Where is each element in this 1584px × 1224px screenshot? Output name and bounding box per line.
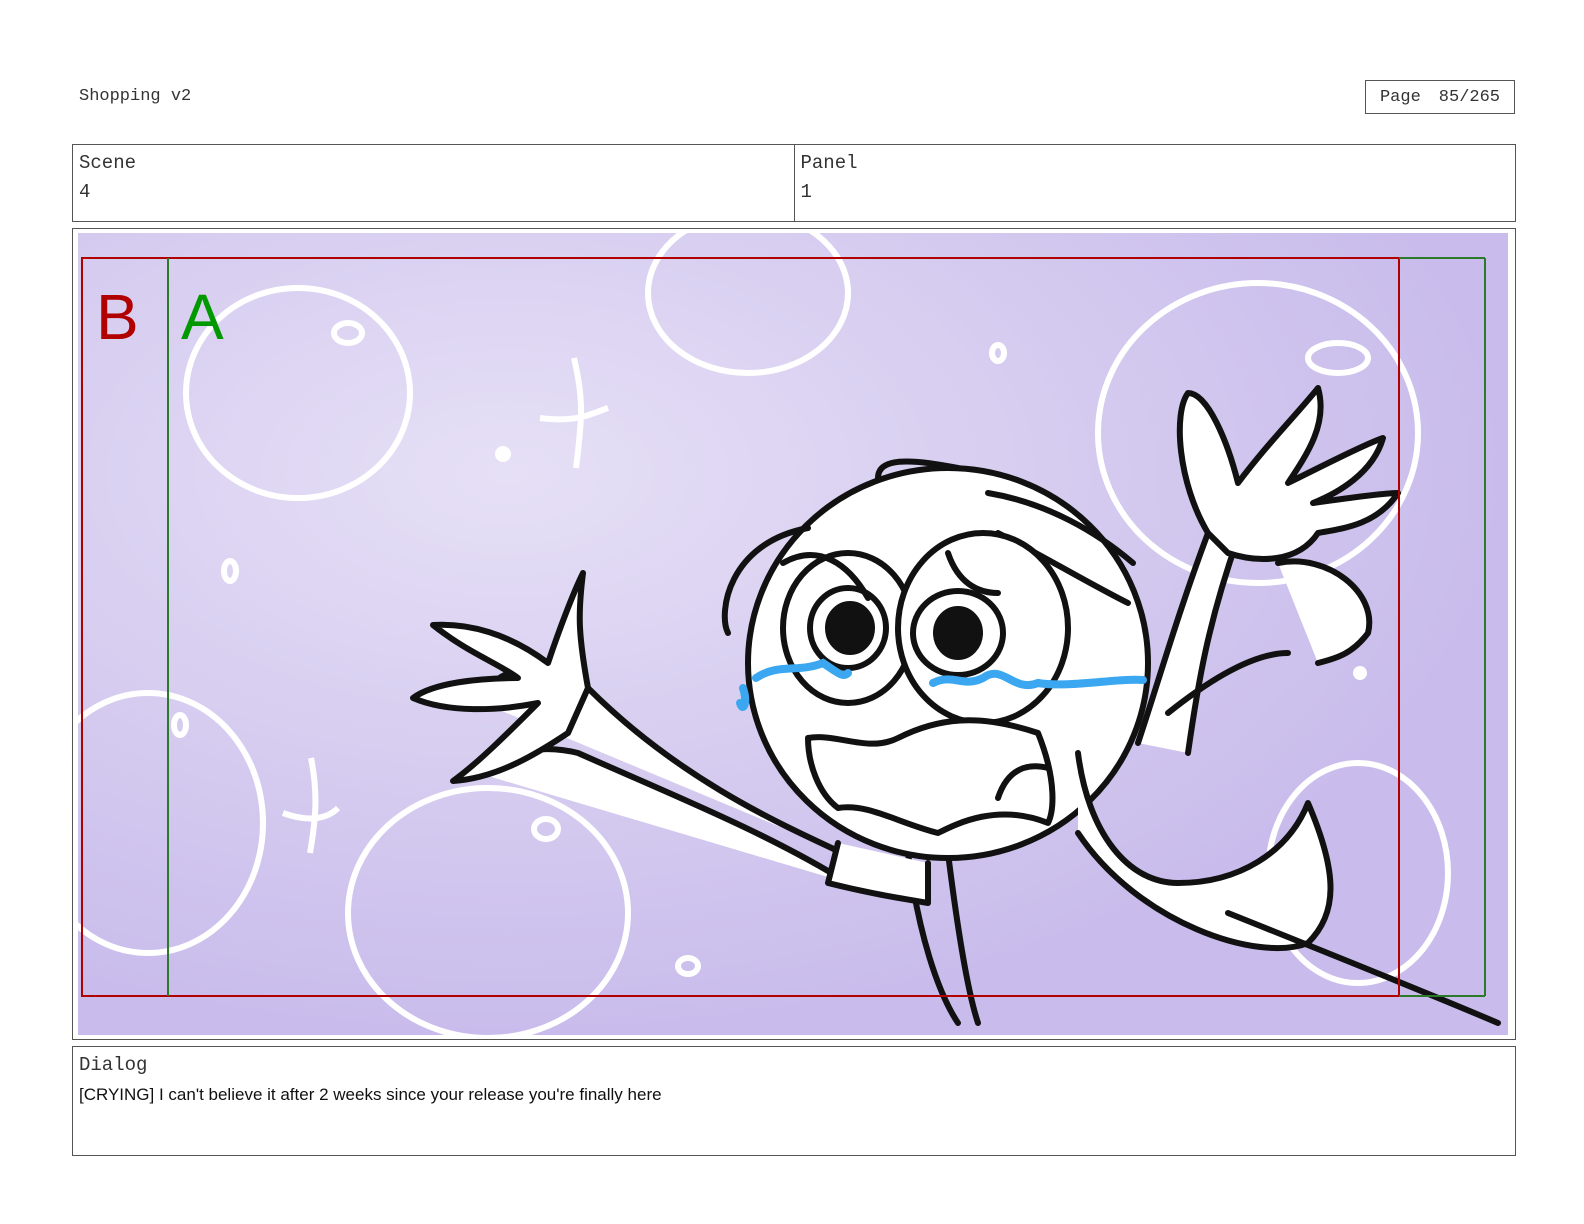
frame-a-label: A <box>181 281 224 353</box>
dialog-label: Dialog <box>79 1054 148 1076</box>
document-title: Shopping v2 <box>79 87 192 106</box>
page-number: 85/265 <box>1438 87 1501 107</box>
drawing-canvas: B A <box>78 233 1508 1035</box>
storyboard-drawing: B A <box>78 233 1508 1035</box>
frame-b-label: B <box>96 281 139 353</box>
scene-cell: Scene 4 <box>73 145 794 221</box>
panel-cell: Panel 1 <box>793 145 1516 221</box>
dialog-box: Dialog [CRYING] I can't believe it after… <box>72 1046 1516 1156</box>
scene-label: Scene <box>79 152 137 174</box>
scene-value: 4 <box>79 181 91 203</box>
panel-label: Panel <box>800 152 858 174</box>
scene-panel-table: Scene 4 Panel 1 <box>72 144 1516 222</box>
panel-value: 1 <box>800 181 812 203</box>
page-label: Page <box>1379 87 1421 107</box>
page-indicator: Page 85/265 <box>1365 80 1515 114</box>
dialog-text: [CRYING] I can't believe it after 2 week… <box>79 1085 662 1104</box>
